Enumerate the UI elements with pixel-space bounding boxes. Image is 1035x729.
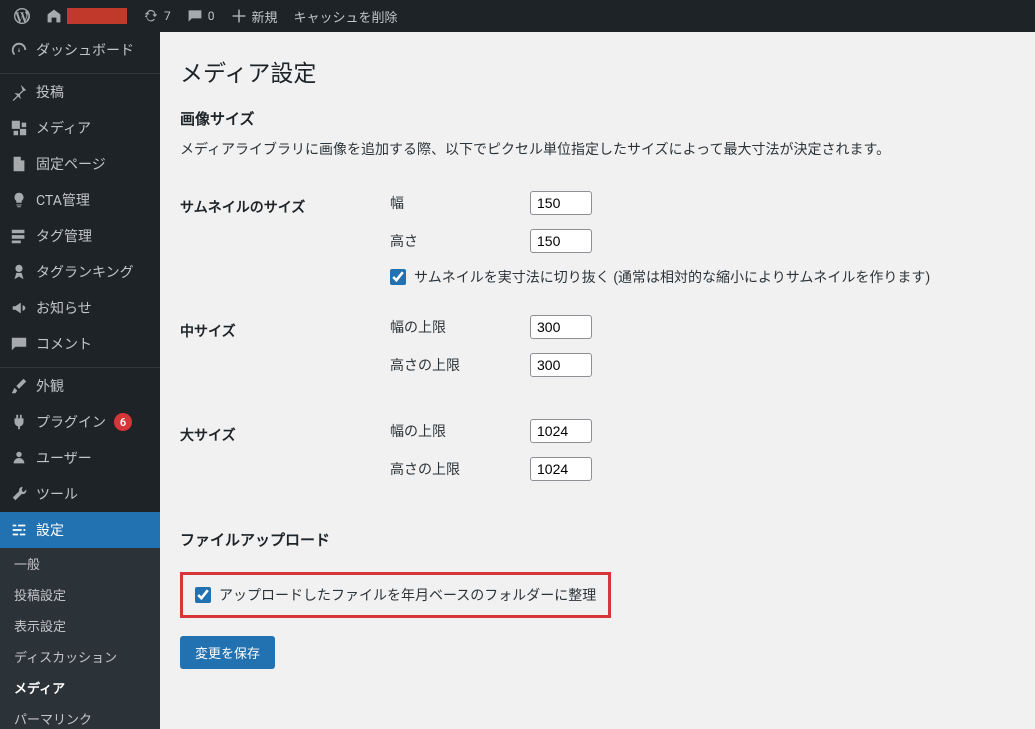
sliders-icon [10, 521, 28, 539]
delete-cache-link[interactable]: キャッシュを削除 [286, 0, 406, 32]
thumbnail-width-input[interactable] [530, 191, 592, 215]
sidebar-item-label: メディア [36, 118, 91, 138]
plus-icon [231, 8, 247, 24]
plug-icon [10, 413, 28, 431]
megaphone-icon [10, 299, 28, 317]
sidebar-item-label: タグ管理 [36, 226, 92, 246]
medium-height-input[interactable] [530, 353, 592, 377]
sidebar-item-label: ダッシュボード [36, 40, 134, 60]
sidebar-item-tags[interactable]: タグ管理 [0, 218, 160, 254]
cache-label: キャッシュを削除 [294, 7, 398, 26]
sidebar-item-label: ユーザー [36, 448, 92, 468]
award-icon [10, 263, 28, 281]
page-title: メディア設定 [180, 54, 1015, 88]
sidebar-item-comments[interactable]: コメント [0, 326, 160, 362]
sidebar-item-dashboard[interactable]: ダッシュボード [0, 32, 160, 68]
sidebar-item-media[interactable]: メディア [0, 110, 160, 146]
section-heading-image-sizes: 画像サイズ [180, 108, 1015, 129]
sidebar-item-label: 固定ページ [36, 154, 106, 174]
thumbnail-height-input[interactable] [530, 229, 592, 253]
section-heading-upload: ファイルアップロード [180, 529, 1015, 550]
medium-heading: 中サイズ [180, 301, 380, 405]
lightbulb-icon [10, 191, 28, 209]
sidebar-item-posts[interactable]: 投稿 [0, 73, 160, 110]
image-sizes-table: サムネイルのサイズ 幅 高さ サムネイルを実寸法に切り抜く (通常は相対的な縮小… [180, 177, 1015, 509]
sidebar-item-pages[interactable]: 固定ページ [0, 146, 160, 182]
medium-width-label: 幅の上限 [390, 317, 530, 337]
large-height-label: 高さの上限 [390, 459, 530, 479]
sidebar-item-tag-ranking[interactable]: タグランキング [0, 254, 160, 290]
organize-uploads-checkbox[interactable] [195, 587, 211, 603]
plugins-update-badge: 6 [114, 413, 132, 431]
sidebar-item-appearance[interactable]: 外観 [0, 367, 160, 404]
refresh-icon [143, 8, 159, 24]
large-width-label: 幅の上限 [390, 421, 530, 441]
thumbnail-heading: サムネイルのサイズ [180, 177, 380, 301]
wrench-icon [10, 485, 28, 503]
sidebar-item-label: タグランキング [36, 262, 134, 282]
page-icon [10, 155, 28, 173]
medium-width-input[interactable] [530, 315, 592, 339]
sidebar-item-notices[interactable]: お知らせ [0, 290, 160, 326]
submenu-permalink[interactable]: パーマリンク [0, 703, 160, 729]
site-home-link[interactable] [38, 0, 135, 32]
sidebar-item-label: 外観 [36, 376, 64, 396]
medium-height-label: 高さの上限 [390, 355, 530, 375]
comments-link[interactable]: 0 [179, 0, 223, 32]
image-sizes-description: メディアライブラリに画像を追加する際、以下でピクセル単位指定したサイズによって最… [180, 139, 1015, 159]
sidebar-item-label: コメント [36, 334, 92, 354]
thumbnail-width-label: 幅 [390, 193, 530, 213]
admin-toolbar: 7 0 新規 キャッシュを削除 [0, 0, 1035, 32]
submenu-reading[interactable]: 表示設定 [0, 610, 160, 641]
updates-count: 7 [164, 9, 171, 23]
save-button[interactable]: 変更を保存 [180, 636, 275, 669]
tag-icon [10, 227, 28, 245]
thumbnail-height-label: 高さ [390, 231, 530, 251]
sidebar-item-users[interactable]: ユーザー [0, 440, 160, 476]
admin-sidebar: ダッシュボード 投稿 メディア 固定ページ CTA管理 タグ管理 タグランキング… [0, 32, 160, 729]
brush-icon [10, 377, 28, 395]
large-height-input[interactable] [530, 457, 592, 481]
sidebar-item-label: CTA管理 [36, 190, 90, 210]
upload-organize-highlight: アップロードしたファイルを年月ベースのフォルダーに整理 [180, 572, 611, 618]
comment-icon [10, 335, 28, 353]
sidebar-item-label: 投稿 [36, 82, 64, 102]
submenu-general[interactable]: 一般 [0, 548, 160, 579]
new-content-link[interactable]: 新規 [223, 0, 286, 32]
wordpress-icon [14, 8, 30, 24]
sidebar-item-settings[interactable]: 設定 [0, 512, 160, 548]
settings-submenu: 一般 投稿設定 表示設定 ディスカッション メディア パーマリンク [0, 548, 160, 729]
sidebar-item-label: お知らせ [36, 298, 92, 318]
comments-count: 0 [208, 9, 215, 23]
organize-uploads-label: アップロードしたファイルを年月ベースのフォルダーに整理 [219, 585, 596, 605]
user-icon [10, 449, 28, 467]
media-icon [10, 119, 28, 137]
site-name-redacted [67, 8, 127, 24]
sidebar-item-plugins[interactable]: プラグイン 6 [0, 404, 160, 440]
sidebar-item-label: 設定 [36, 520, 64, 540]
large-width-input[interactable] [530, 419, 592, 443]
wordpress-logo-menu[interactable] [6, 0, 38, 32]
submenu-discussion[interactable]: ディスカッション [0, 641, 160, 672]
submenu-writing[interactable]: 投稿設定 [0, 579, 160, 610]
submenu-media[interactable]: メディア [0, 672, 160, 703]
new-label: 新規 [252, 7, 278, 26]
dashboard-icon [10, 41, 28, 59]
sidebar-item-label: ツール [36, 484, 78, 504]
thumbnail-crop-label: サムネイルを実寸法に切り抜く (通常は相対的な縮小によりサムネイルを作ります) [414, 267, 930, 287]
sidebar-item-cta[interactable]: CTA管理 [0, 182, 160, 218]
main-content: メディア設定 画像サイズ メディアライブラリに画像を追加する際、以下でピクセル単… [160, 32, 1035, 709]
updates-link[interactable]: 7 [135, 0, 179, 32]
large-heading: 大サイズ [180, 405, 380, 509]
sidebar-item-label: プラグイン [36, 412, 106, 432]
comment-icon [187, 8, 203, 24]
thumbnail-crop-checkbox[interactable] [390, 269, 406, 285]
pin-icon [10, 83, 28, 101]
home-icon [46, 8, 62, 24]
sidebar-item-tools[interactable]: ツール [0, 476, 160, 512]
